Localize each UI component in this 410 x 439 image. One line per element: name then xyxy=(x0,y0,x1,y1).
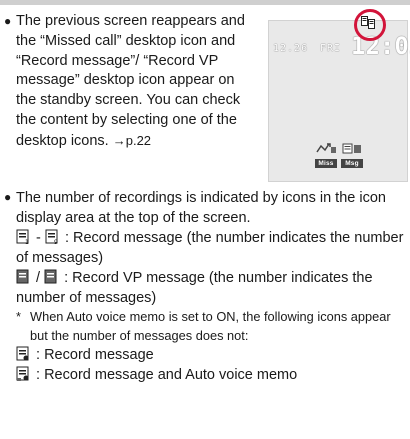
standby-screen-illustration: 12.26 FRI 12:05 Miss Msg xyxy=(268,9,410,182)
missed-call-icon xyxy=(316,143,336,153)
message-icon xyxy=(342,143,361,154)
record-message-status-icon xyxy=(361,16,375,29)
auto-voice-memo-note: * When Auto voice memo is set to ON, the… xyxy=(4,308,406,345)
missed-call-desktop-icon[interactable]: Miss xyxy=(315,141,337,168)
vp-separator: / xyxy=(36,270,41,286)
record-vp-message-1-icon xyxy=(16,269,29,284)
bullet-icon: ● xyxy=(4,14,12,28)
recordings-section: ● The number of recordings is indicated … xyxy=(4,188,406,385)
record-message-9-icon: 9 xyxy=(45,229,58,245)
page-reference: →p.22 xyxy=(112,132,152,148)
record-message-auto-memo-text: : Record message and Auto voice memo xyxy=(36,367,298,383)
record-vp-desc: : Record VP message (the number indicate… xyxy=(16,270,373,306)
record-message-1-icon: 1 xyxy=(16,229,29,245)
record-message-item: : Record message xyxy=(4,345,406,365)
count-text: The number of recordings is indicated by… xyxy=(16,190,386,226)
record-vp-line: / : Record VP message (the number indica… xyxy=(4,268,406,308)
top-rule xyxy=(0,0,410,5)
record-message-auto-memo-item: : Record message and Auto voice memo xyxy=(4,365,406,385)
note-text: When Auto voice memo is set to ON, the f… xyxy=(30,309,391,343)
screen-day: FRI xyxy=(320,43,342,54)
range-separator: - xyxy=(36,230,41,246)
bullet-icon: ● xyxy=(4,190,12,204)
note-mark: * xyxy=(16,309,21,324)
svg-text:1: 1 xyxy=(25,239,29,245)
message-label: Msg xyxy=(341,159,363,168)
screen-date: 12.26 xyxy=(273,43,309,54)
svg-text:9: 9 xyxy=(54,239,58,245)
missed-call-label: Miss xyxy=(315,159,337,168)
intro-text: The previous screen reappears and the “M… xyxy=(16,13,245,149)
record-message-icon xyxy=(16,346,29,361)
intro-paragraph: ● The previous screen reappears and the … xyxy=(4,12,252,152)
record-message-auto-memo-icon xyxy=(16,366,29,381)
record-message-desktop-icon[interactable]: Msg xyxy=(341,141,363,168)
record-message-range-line: 1 - 9 : Record message (the number indic… xyxy=(4,228,406,268)
record-vp-message-9-icon xyxy=(44,269,57,284)
record-message-desc: : Record message (the number indicates t… xyxy=(16,230,404,266)
record-message-item-text: : Record message xyxy=(36,347,154,363)
